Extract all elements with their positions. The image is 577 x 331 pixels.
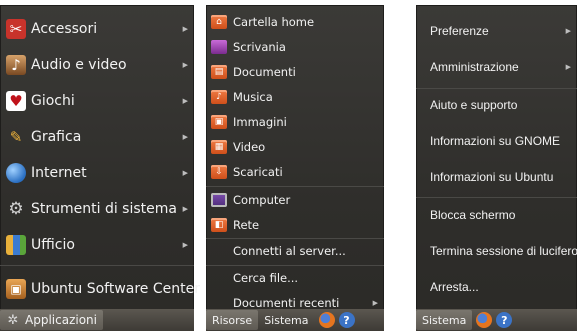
submenu-arrow-icon: ▶ (182, 133, 188, 141)
system-tools-icon: ⚙ (8, 199, 24, 219)
menu-item-grafica[interactable]: ✎ Grafica ▶ (0, 119, 194, 155)
office-icon (6, 235, 26, 255)
submenu-arrow-icon: ▶ (182, 241, 188, 249)
taskbar-system: Sistema ? (416, 309, 577, 331)
menu-item-strumenti-di-sistema[interactable]: ⚙ Strumenti di sistema ▶ (0, 191, 194, 227)
risorse-menu-button[interactable]: Risorse (206, 310, 259, 330)
menu-item-ufficio[interactable]: Ufficio ▶ (0, 227, 194, 263)
submenu-arrow-icon: ▶ (182, 169, 188, 177)
menu-item-cerca-file[interactable]: Cerca file... (206, 265, 384, 290)
menu-item-immagini[interactable]: ▣ Immagini (206, 109, 384, 134)
menu-item-musica[interactable]: ♪ Musica (206, 84, 384, 109)
help-icon[interactable]: ? (496, 312, 513, 328)
home-folder-icon: ⌂ (211, 14, 227, 29)
menu-item-scaricati[interactable]: ⇩ Scaricati (206, 159, 384, 184)
help-icon[interactable]: ? (338, 312, 355, 328)
menu-item-informazioni-gnome[interactable]: Informazioni su GNOME (416, 123, 577, 159)
submenu-arrow-icon: ▶ (182, 97, 188, 105)
accessories-icon: ✂ (6, 19, 26, 39)
firefox-icon[interactable] (476, 312, 493, 328)
desktop-icon (211, 39, 227, 54)
submenu-arrow-icon: ▶ (182, 205, 188, 213)
menu-item-arresta[interactable]: Arresta... (416, 269, 577, 305)
menu-item-termina-sessione[interactable]: Termina sessione di lucifero... (416, 233, 577, 269)
software-center-icon: ▣ (6, 279, 26, 299)
computer-icon (211, 192, 227, 207)
submenu-arrow-icon: ▶ (565, 64, 571, 71)
system-menu: Preferenze ▶ Amministrazione ▶ Aiuto e s… (416, 5, 577, 331)
sistema-menu-button[interactable]: Sistema (258, 310, 314, 330)
games-icon: ♥ (6, 91, 26, 111)
places-menu: ⌂ Cartella home Scrivania ▤ Documenti ♪ … (206, 5, 384, 331)
menu-item-cartella-home[interactable]: ⌂ Cartella home (206, 9, 384, 34)
applications-menu: ✂ Accessori ▶ ♪ Audio e video ▶ ♥ Giochi… (0, 5, 200, 331)
music-folder-icon: ♪ (211, 89, 227, 104)
menu-item-documenti[interactable]: ▤ Documenti (206, 59, 384, 84)
menu-item-giochi[interactable]: ♥ Giochi ▶ (0, 83, 194, 119)
menu-item-computer[interactable]: Computer (206, 187, 384, 212)
firefox-icon[interactable] (318, 312, 335, 328)
menu-item-preferenze[interactable]: Preferenze ▶ (416, 13, 577, 49)
menu-item-ubuntu-software-center[interactable]: ▣ Ubuntu Software Center (0, 271, 200, 307)
menu-item-amministrazione[interactable]: Amministrazione ▶ (416, 49, 577, 85)
taskbar-applications: ✲ Applicazioni (0, 309, 194, 331)
menu-item-aiuto-e-supporto[interactable]: Aiuto e supporto (416, 87, 577, 123)
menu-item-internet[interactable]: Internet ▶ (0, 155, 194, 191)
videos-folder-icon: ▦ (211, 139, 227, 154)
internet-icon (6, 163, 26, 183)
menu-item-scrivania[interactable]: Scrivania (206, 34, 384, 59)
graphics-icon: ✎ (9, 128, 23, 146)
menu-item-informazioni-ubuntu[interactable]: Informazioni su Ubuntu (416, 159, 577, 195)
menu-item-accessori[interactable]: ✂ Accessori ▶ (0, 11, 194, 47)
pictures-folder-icon: ▣ (211, 114, 227, 129)
sistema-menu-button[interactable]: Sistema (416, 310, 473, 330)
submenu-arrow-icon: ▶ (372, 298, 378, 307)
submenu-arrow-icon: ▶ (182, 25, 188, 33)
menu-item-video[interactable]: ▦ Video (206, 134, 384, 159)
ubuntu-logo-icon: ✲ (7, 312, 19, 328)
submenu-arrow-icon: ▶ (182, 61, 188, 69)
applicazioni-menu-button[interactable]: ✲ Applicazioni (0, 310, 103, 330)
multimedia-icon: ♪ (6, 55, 26, 75)
menu-item-connetti-al-server[interactable]: Connetti al server... (206, 238, 384, 263)
menu-separator (0, 265, 194, 266)
menu-item-blocca-schermo[interactable]: Blocca schermo (416, 197, 577, 233)
network-icon: ◧ (211, 217, 227, 232)
submenu-arrow-icon: ▶ (565, 28, 571, 35)
documents-folder-icon: ▤ (211, 64, 227, 79)
downloads-folder-icon: ⇩ (211, 164, 227, 179)
menu-item-rete[interactable]: ◧ Rete (206, 212, 384, 237)
menu-item-audio-video[interactable]: ♪ Audio e video ▶ (0, 47, 194, 83)
taskbar-places: Risorse Sistema ? (206, 309, 384, 331)
